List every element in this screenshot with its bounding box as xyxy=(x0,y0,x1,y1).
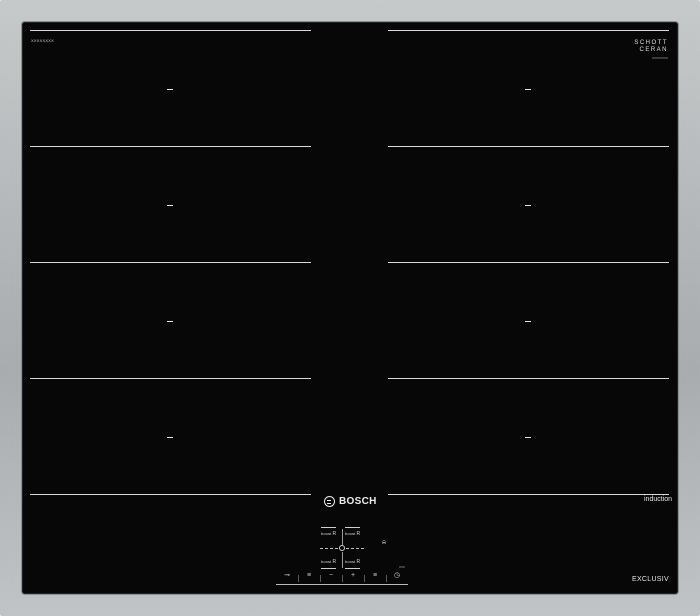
boost-label: boost xyxy=(321,531,332,536)
boost-top-left-line xyxy=(321,527,336,528)
zone-line-left-2 xyxy=(30,146,311,147)
zone-line-left-5 xyxy=(30,494,311,495)
ceran-line-2: CERAN xyxy=(639,47,668,53)
menu-icon-2[interactable]: ≡ xyxy=(365,570,385,580)
boost-icon: R xyxy=(356,531,361,537)
bosch-logo-icon xyxy=(324,496,335,507)
bell-icon[interactable]: ⍾ xyxy=(382,540,386,547)
boost-icon: R xyxy=(332,559,337,565)
plus-icon[interactable]: + xyxy=(343,570,363,580)
schott-ceran-logo: SCHOTT CERAN XXXXXXXX xyxy=(634,40,668,60)
boost-center-vline-bottom xyxy=(342,552,343,568)
zone-line-right-2 xyxy=(388,146,669,147)
boost-button-rear-left[interactable]: boost R xyxy=(321,559,336,565)
boost-bottom-right-line xyxy=(345,568,360,569)
boost-center-vline-top xyxy=(342,529,343,545)
zone-line-left-3 xyxy=(30,262,311,263)
boost-button-rear-right[interactable]: boost R xyxy=(345,559,360,565)
ceran-line-3: XXXXXXXX xyxy=(651,56,668,60)
induction-label: induction xyxy=(644,496,673,503)
key-icon[interactable]: ⊸ xyxy=(277,570,297,580)
zone-line-right-1 xyxy=(388,30,669,31)
boost-bottom-left-line xyxy=(321,568,336,569)
menu-icon[interactable]: ≡ xyxy=(299,570,319,580)
boost-label: boost xyxy=(345,531,356,536)
boost-icon: R xyxy=(332,531,337,537)
cooking-zone-mark-right-4[interactable] xyxy=(525,437,531,438)
cooking-zone-mark-left-2[interactable] xyxy=(167,205,173,206)
boost-icon: R xyxy=(356,559,361,565)
series-label: EXCLUSIV xyxy=(631,576,669,583)
cooking-zone-mark-left-3[interactable] xyxy=(167,321,173,322)
zone-line-right-4 xyxy=(388,378,669,379)
cooking-zone-mark-right-2[interactable] xyxy=(525,205,531,206)
boost-center-dash-right xyxy=(346,548,364,549)
clock-icon[interactable]: ◷ xyxy=(387,570,407,580)
cooking-zone-mark-right-1[interactable] xyxy=(525,89,531,90)
boost-center-dash-left xyxy=(320,548,338,549)
key-row-underline xyxy=(276,584,408,585)
minus-icon[interactable]: − xyxy=(321,570,341,580)
zone-line-left-4 xyxy=(30,378,311,379)
zone-line-left-1 xyxy=(30,30,311,31)
zone-line-right-3 xyxy=(388,262,669,263)
cooking-zone-mark-left-4[interactable] xyxy=(167,437,173,438)
zone-line-right-5 xyxy=(388,494,669,495)
boost-button-front-left[interactable]: boost R xyxy=(321,531,336,537)
small-indicator-label: XXX xyxy=(399,565,406,569)
boost-center-ring xyxy=(339,545,345,551)
glass-cooktop: XXXXXXXX SCHOTT CERAN XXXXXXXX BOSCH ind… xyxy=(22,22,678,594)
bosch-brand: BOSCH xyxy=(324,496,377,507)
model-code-label: XXXXXXXX xyxy=(31,38,54,43)
boost-label: boost xyxy=(321,559,332,564)
boost-button-front-right[interactable]: boost R xyxy=(345,531,360,537)
ceran-line-1: SCHOTT xyxy=(634,40,668,46)
cooking-zone-mark-right-3[interactable] xyxy=(525,321,531,322)
boost-top-right-line xyxy=(345,527,360,528)
cooking-zone-mark-left-1[interactable] xyxy=(167,89,173,90)
boost-label: boost xyxy=(345,559,356,564)
brand-name: BOSCH xyxy=(339,496,377,507)
